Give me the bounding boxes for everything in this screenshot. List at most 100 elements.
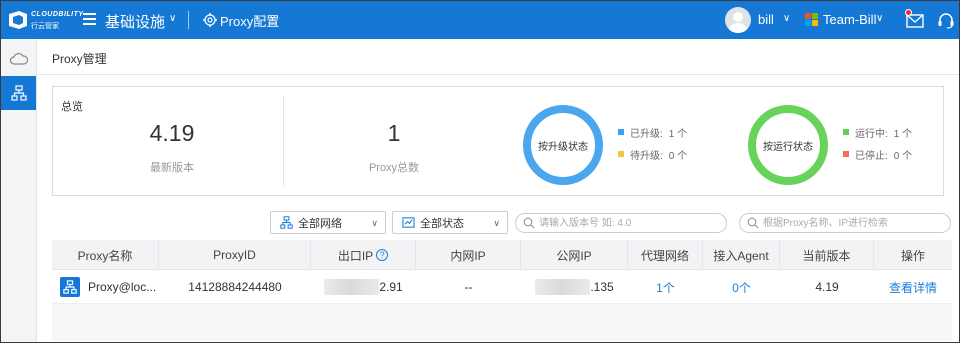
team-chevron-down-icon[interactable]: ∨ [876,13,883,24]
chevron-down-icon: ∨ [493,218,500,228]
legend-count: 0 个 [893,150,913,162]
latest-version-label: 最新版本 [150,162,194,174]
logo-text: CLOUDBILITY [31,11,84,18]
status-filter-value: 全部状态 [420,217,464,230]
proxy-total-label: Proxy总数 [368,162,420,174]
page-title: Proxy管理 [52,52,107,66]
view-details-link[interactable]: 查看详情 [874,270,952,304]
exit-ip-suffix: 2.91 [379,280,403,294]
status-filter-dropdown[interactable]: 全部状态 ∨ [392,211,508,234]
app-window: CLOUDBILITY 行云管家 基础设施 ∨ Proxy配置 bill ∨ T… [0,0,960,343]
proxy-table: Proxy名称 ProxyID 出口IP ? 内网IP 公网IP 代理网络 接入… [52,240,952,341]
redacted-block [535,279,591,295]
avatar[interactable] [725,7,751,33]
table-empty-area [52,304,952,341]
legend-item: 已升级: 1 个 [618,126,688,140]
legend-count: 1 个 [668,128,688,140]
chevron-down-icon[interactable]: ∨ [169,13,176,24]
agent-count-link[interactable]: 0个 [703,270,780,304]
public-ip-cell: .135 [521,270,628,304]
latest-version-stat: 4.19 最新版本 [107,120,237,175]
legend-swatch [618,129,624,135]
search-icon [747,217,759,229]
network-icon [280,216,293,229]
side-rail [1,39,37,342]
column-header-exit-ip: 出口IP ? [311,240,416,270]
network-icon [10,85,27,101]
intranet-ip: -- [464,280,473,294]
legend-count: 0 个 [668,150,688,162]
team-name[interactable]: Team-Bill [823,12,876,27]
legend-label: 待升级: [630,150,663,162]
module-title[interactable]: 基础设施 [105,11,165,32]
logo[interactable]: CLOUDBILITY 行云管家 [7,8,84,32]
legend-item: 待升级: 0 个 [618,148,688,162]
column-header: 内网IP [416,240,521,270]
version-search[interactable] [515,213,727,233]
run-legend: 运行中: 1 个 已停止: 0 个 [843,126,912,170]
menu-icon[interactable] [83,13,96,25]
name-ip-search[interactable] [739,213,951,233]
chevron-down-icon: ∨ [371,218,378,228]
redacted-block [324,279,380,295]
help-icon[interactable]: ? [376,249,389,261]
run-ring-label: 按运行状态 [763,141,813,153]
legend-item: 运行中: 1 个 [843,126,913,140]
cloud-logo-icon [9,11,27,29]
headset-icon[interactable] [937,11,955,29]
proxy-total-stat: 1 Proxy总数 [329,120,459,175]
exit-ip-cell: 2.91 [311,270,416,304]
status-chart-icon [402,217,415,228]
public-ip-suffix: .135 [590,280,614,294]
name-ip-search-input[interactable] [763,216,943,230]
cloud-icon [9,53,28,65]
table-header: Proxy名称 ProxyID 出口IP ? 内网IP 公网IP 代理网络 接入… [52,240,952,270]
latest-version-value: 4.19 [149,120,195,146]
divider [188,11,189,29]
column-header: 操作 [900,248,925,263]
legend-swatch [843,151,849,157]
logo-subtext: 行云管家 [31,23,59,30]
proxy-name-cell[interactable]: Proxy@loc... [52,270,159,304]
proxy-config-link[interactable]: Proxy配置 [203,11,279,29]
proxy-id: 14128884244480 [188,280,282,294]
proxy-total-value: 1 [387,120,401,146]
table-row: Proxy@loc... 14128884244480 2.91 -- .135… [52,270,952,304]
rail-item-proxy[interactable] [1,76,36,110]
legend-label: 已停止: [855,150,888,162]
column-header: ProxyID [159,240,311,270]
proxy-name: Proxy@loc... [88,280,157,294]
overview-title: 总览 [61,101,83,113]
divider [283,97,284,187]
upgrade-ring-label: 按升级状态 [538,141,588,153]
user-name[interactable]: bill [758,12,774,27]
legend-swatch [618,151,624,157]
rail-item-cloud[interactable] [1,42,36,76]
notification-dot [905,9,912,16]
proxy-config-label: Proxy配置 [220,13,280,29]
column-header: 代理网络 [628,240,703,270]
legend-count: 1 个 [893,128,913,140]
current-version: 4.19 [815,280,839,294]
network-filter-dropdown[interactable]: 全部网络 ∨ [270,211,386,234]
legend-label: 运行中: [855,128,888,140]
top-bar: CLOUDBILITY 行云管家 基础设施 ∨ Proxy配置 bill ∨ T… [1,1,959,39]
search-icon [523,217,535,229]
upgrade-legend: 已升级: 1 个 待升级: 0 个 [618,126,687,170]
network-filter-value: 全部网络 [298,217,342,230]
gear-icon [203,13,217,27]
team-icon [805,13,818,26]
column-header: 接入Agent [703,240,780,270]
upgrade-status-ring[interactable]: 按升级状态 [523,105,603,185]
network-count-link[interactable]: 1个 [628,270,703,304]
column-header: 当前版本 [780,240,874,270]
run-status-ring[interactable]: 按运行状态 [748,105,828,185]
column-header: 公网IP [521,240,628,270]
column-header-label: 出口IP [337,248,374,263]
user-chevron-down-icon[interactable]: ∨ [783,13,790,24]
column-header: Proxy名称 [52,240,159,270]
breadcrumb: Proxy管理 [37,39,959,75]
legend-label: 已升级: [630,128,663,140]
version-search-input[interactable] [539,216,719,230]
legend-item: 已停止: 0 个 [843,148,913,162]
